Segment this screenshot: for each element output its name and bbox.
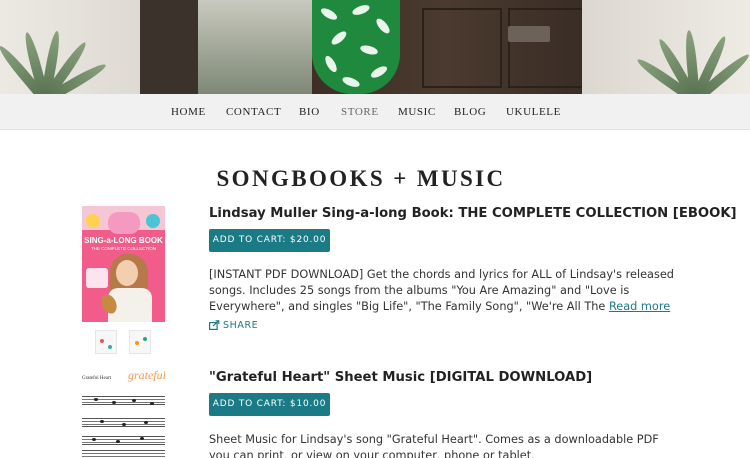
nav-item-music[interactable]: MUSIC [398, 94, 436, 130]
hero-banner-image [0, 0, 750, 94]
hero-plant-left [0, 10, 109, 94]
read-more-link[interactable]: Read more [609, 300, 670, 313]
product-image-sheet-music[interactable]: Grateful Heart grateful [82, 370, 165, 458]
cover-subtitle: THE COMPLETE COLLECTION [90, 246, 156, 251]
hero-door-panel [508, 8, 588, 88]
page-title: SONGBOOKS + MUSIC [216, 166, 506, 191]
cartoon-kid-icon [146, 214, 160, 228]
product-gallery-thumbs [95, 330, 155, 354]
gallery-thumb[interactable] [129, 330, 151, 354]
cartoon-kid-icon [86, 214, 100, 228]
gallery-thumb[interactable] [95, 330, 117, 354]
nav-item-blog[interactable]: BLOG [454, 94, 486, 130]
share-button[interactable]: SHARE [209, 320, 258, 331]
product-title[interactable]: Lindsay Muller Sing-a-long Book: THE COM… [209, 206, 737, 221]
add-to-cart-button[interactable]: ADD TO CART: $10.00 [209, 393, 330, 416]
hero-plant-right [634, 10, 750, 94]
hero-door-hinge [508, 26, 550, 42]
cover-title: SING-a-LONG BOOK [84, 236, 163, 245]
songbook-cover: SING-a-LONG BOOK THE COMPLETE COLLECTION [82, 206, 165, 322]
hero-window [198, 0, 312, 94]
main-nav: HOME CONTACT BIO STORE MUSIC BLOG UKULEL… [0, 94, 750, 130]
hero-green-dress [312, 0, 400, 94]
share-icon [209, 320, 220, 331]
sheet-music-preview: Grateful Heart grateful [82, 370, 165, 458]
nav-item-home[interactable]: HOME [171, 94, 206, 130]
nav-item-contact[interactable]: CONTACT [226, 94, 281, 130]
product-description: [INSTANT PDF DOWNLOAD] Get the chords an… [209, 268, 674, 313]
product-description: Sheet Music for Lindsay's song "Grateful… [209, 433, 659, 458]
nav-item-ukulele[interactable]: UKULELE [506, 94, 561, 130]
product-title[interactable]: "Grateful Heart" Sheet Music [DIGITAL DO… [209, 370, 592, 385]
add-to-cart-button[interactable]: ADD TO CART: $20.00 [209, 229, 330, 252]
nav-item-store[interactable]: STORE [341, 94, 379, 130]
hero-door-panel [422, 8, 502, 88]
product-image-songbook[interactable]: SING-a-LONG BOOK THE COMPLETE COLLECTION [82, 206, 165, 322]
nav-item-bio[interactable]: BIO [299, 94, 320, 130]
hero-dark-door [140, 0, 198, 94]
